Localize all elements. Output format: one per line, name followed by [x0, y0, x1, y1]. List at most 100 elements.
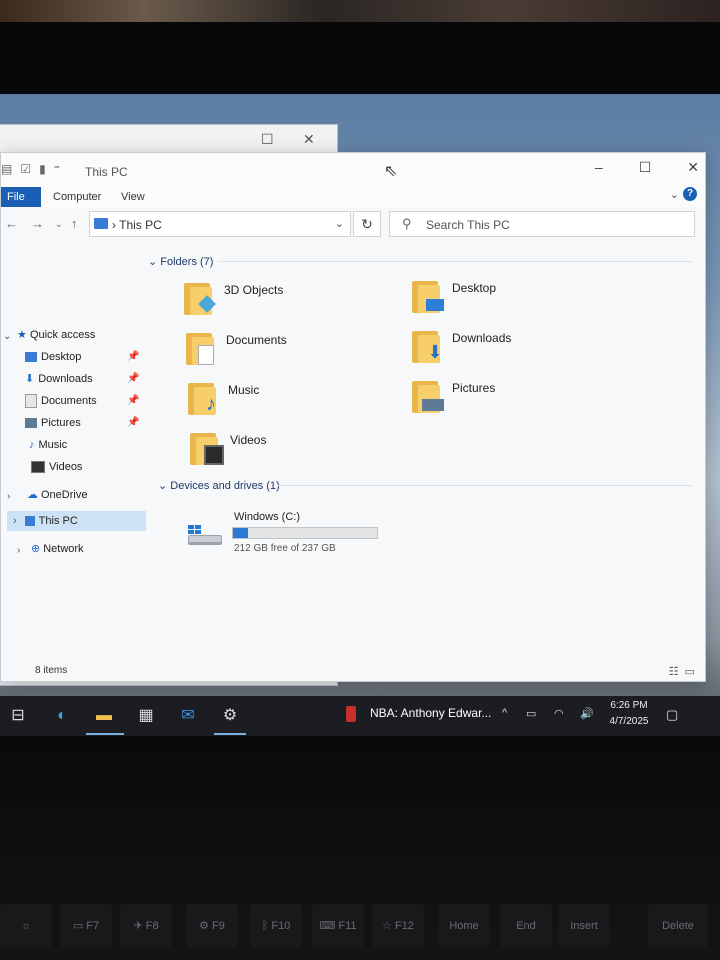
wifi-icon[interactable]: ◠: [554, 707, 564, 720]
window-title: This PC: [85, 165, 128, 179]
drive-name: Windows (C:): [234, 511, 301, 523]
microsoft-store-icon[interactable]: ▦: [134, 704, 158, 728]
help-icon[interactable]: ?: [683, 187, 697, 201]
breadcrumb[interactable]: › This PC: [112, 218, 162, 232]
onedrive-expand-icon[interactable]: ›: [7, 491, 10, 502]
drive-free-space: 212 GB free of 237 GB: [234, 543, 336, 554]
active-app-indicator: [214, 733, 246, 735]
sidebar-item-onedrive[interactable]: ☁ OneDrive: [27, 485, 87, 505]
folder-music[interactable]: ♪ Music: [188, 379, 388, 425]
content-pane: ⌄ Folders (7) 3D Objects Desktop Documen…: [146, 243, 701, 681]
folders-group-header[interactable]: ⌄ Folders (7): [148, 255, 213, 268]
folder-videos[interactable]: Videos: [190, 429, 390, 475]
documents-icon: [186, 329, 220, 365]
key-insert: Insert: [558, 904, 610, 948]
folder-label: Pictures: [452, 381, 496, 395]
close-button[interactable]: ✕: [687, 159, 699, 176]
address-dropdown-icon[interactable]: ⌄: [335, 217, 344, 230]
item-count: 8 items: [35, 665, 68, 676]
folder-documents[interactable]: Documents: [186, 329, 386, 375]
breadcrumb-this-pc[interactable]: This PC: [119, 218, 162, 232]
documents-icon: [25, 394, 37, 409]
music-icon: ♪: [188, 379, 222, 415]
sidebar-item-music[interactable]: ♪ Music: [29, 435, 67, 455]
large-icons-view-icon[interactable]: ▭: [685, 665, 695, 678]
background-close-icon[interactable]: ✕: [303, 131, 315, 148]
key-f8: ✈ F8: [120, 904, 172, 948]
notifications-icon[interactable]: ▢: [666, 707, 678, 723]
folder-label: Desktop: [452, 281, 497, 295]
pin-icon[interactable]: 📌: [127, 373, 139, 384]
pin-icon[interactable]: 📌: [127, 351, 139, 362]
show-hidden-icons-icon[interactable]: ^: [502, 707, 507, 719]
edge-browser-icon[interactable]: ◐: [50, 704, 74, 728]
properties-icon[interactable]: ☑: [20, 162, 31, 176]
folder-label: Downloads: [452, 331, 512, 345]
group-divider: [278, 485, 693, 486]
pin-icon[interactable]: 📌: [127, 395, 139, 406]
up-arrow-icon[interactable]: ↑: [71, 216, 78, 231]
sidebar-item-pictures[interactable]: Pictures: [25, 413, 81, 433]
search-input[interactable]: [424, 215, 688, 235]
pin-icon[interactable]: 📌: [127, 417, 139, 428]
function-key-row: ☼ ▭ F7 ✈ F8 ⚙ F9 ᛒ F10 ⌨ F11 ☆ F12 Home …: [0, 900, 720, 948]
background-maximize-icon[interactable]: ☐: [261, 131, 274, 148]
refresh-button[interactable]: ↻: [353, 211, 381, 237]
ribbon-tabs: File Computer View ⌄ ?: [1, 187, 705, 207]
details-view-icon[interactable]: ☷: [669, 665, 679, 678]
this-pc-expand-icon[interactable]: ›: [13, 515, 17, 527]
quick-access-collapse-icon[interactable]: ⌄: [3, 331, 11, 342]
clock-date: 4/7/2025: [609, 716, 649, 727]
back-arrow-icon[interactable]: ←: [5, 216, 18, 231]
devices-group-header[interactable]: ⌄ Devices and drives (1): [158, 479, 280, 492]
tab-file[interactable]: File: [1, 187, 41, 207]
sidebar-item-documents[interactable]: Documents: [25, 391, 97, 411]
file-explorer-taskbar-icon[interactable]: ▬: [92, 704, 116, 728]
new-folder-icon[interactable]: ▮: [39, 162, 46, 176]
cloud-icon: ☁: [27, 489, 38, 501]
volume-icon[interactable]: 🔊: [580, 707, 594, 720]
address-bar[interactable]: › This PC ⌄: [89, 211, 351, 237]
key-f10: ᛒ F10: [250, 904, 302, 948]
sidebar-item-videos[interactable]: Videos: [31, 457, 82, 477]
refresh-icon: ↻: [361, 216, 373, 232]
sidebar-item-network[interactable]: ⊕ Network: [31, 539, 84, 559]
sidebar-item-desktop[interactable]: Desktop: [25, 347, 81, 367]
minimize-button[interactable]: –: [595, 159, 603, 176]
system-clock[interactable]: 6:26 PM 4/7/2025: [604, 698, 654, 730]
folder-3d-objects[interactable]: 3D Objects: [184, 279, 384, 325]
search-box[interactable]: ⚲: [389, 211, 695, 237]
tab-view[interactable]: View: [121, 187, 145, 207]
devices-group-label: Devices and drives (1): [170, 480, 280, 492]
sidebar-item-this-pc[interactable]: › This PC: [7, 511, 146, 531]
sidebar-item-downloads[interactable]: ⬇ Downloads: [25, 369, 93, 389]
sidebar-item-quick-access[interactable]: ★ Quick access: [17, 325, 95, 345]
laptop-keyboard: ☼ ▭ F7 ✈ F8 ⚙ F9 ᛒ F10 ⌨ F11 ☆ F12 Home …: [0, 736, 720, 960]
mail-icon[interactable]: ✉: [176, 704, 200, 728]
expand-ribbon-icon[interactable]: ⌄: [670, 188, 679, 201]
folder-pictures[interactable]: Pictures: [412, 377, 612, 423]
folder-desktop[interactable]: Desktop: [412, 277, 612, 323]
task-view-icon[interactable]: ⊟: [6, 704, 30, 728]
settings-gear-icon[interactable]: ⚙: [218, 704, 242, 728]
sidebar-label: Videos: [49, 461, 83, 473]
hard-drive-icon: [188, 525, 222, 545]
pictures-icon: [25, 418, 37, 429]
tab-computer[interactable]: Computer: [53, 187, 101, 207]
folder-downloads[interactable]: ⬇ Downloads: [412, 327, 612, 373]
drive-windows-c[interactable]: Windows (C:) 212 GB free of 237 GB: [186, 511, 426, 559]
sidebar-label: Quick access: [29, 329, 96, 341]
news-widget[interactable]: NBA: Anthony Edwar...: [370, 706, 491, 720]
taskbar: ⊟ ◐ ▬ ▦ ✉ ⚙ NBA: Anthony Edwar... ^ ▭ ◠ …: [0, 696, 720, 736]
folder-label: Documents: [226, 333, 287, 347]
key-f9: ⚙ F9: [186, 904, 238, 948]
customize-toolbar-icon[interactable]: ⁼: [54, 162, 60, 176]
key-label: F7: [86, 920, 100, 932]
network-expand-icon[interactable]: ›: [17, 545, 20, 556]
forward-arrow-icon[interactable]: →: [31, 216, 44, 231]
battery-icon[interactable]: ▭: [526, 707, 536, 720]
recent-locations-icon[interactable]: ⌄: [55, 219, 63, 230]
key-delete: Delete: [648, 904, 708, 948]
maximize-button[interactable]: ☐: [639, 159, 652, 176]
monitor-bezel: [0, 22, 720, 94]
